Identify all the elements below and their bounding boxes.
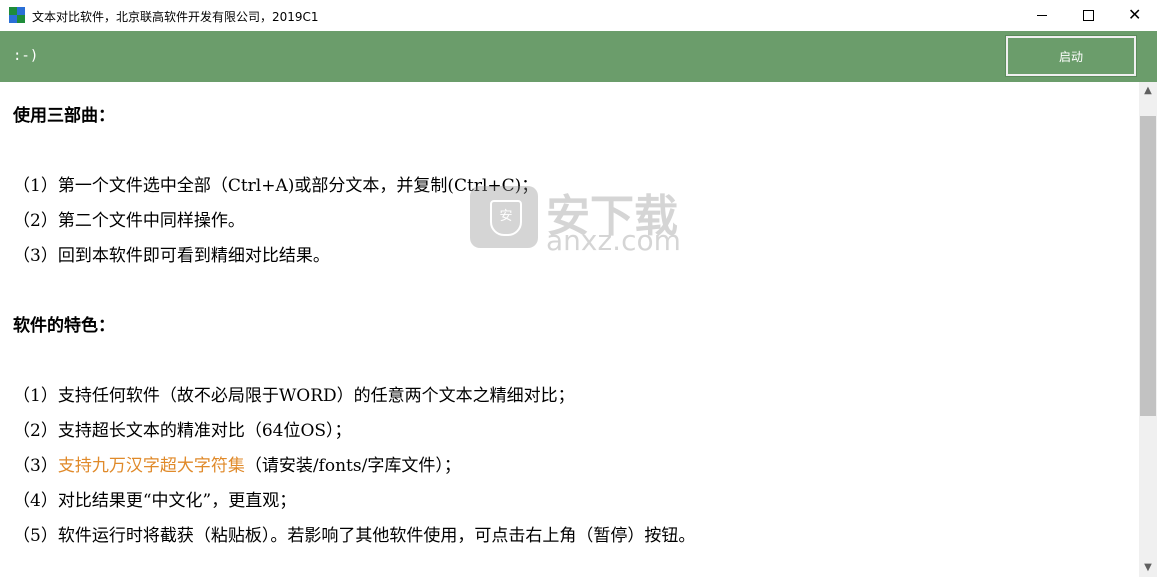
feature-3-prefix: （3） [13, 456, 58, 476]
step-2: （2）第二个文件中同样操作。 [13, 211, 245, 231]
status-indicator: :-) [13, 48, 39, 64]
app-icon [9, 7, 25, 23]
maximize-button[interactable] [1065, 0, 1111, 31]
instructions-panel: 使用三部曲： （1）第一个文件选中全部（Ctrl+A)或部分文本，并复制(Ctr… [0, 82, 1139, 577]
step-3: （3）回到本软件即可看到精细对比结果。 [13, 246, 330, 266]
close-icon: ✕ [1128, 5, 1142, 24]
scroll-down-icon[interactable]: ▼ [1139, 559, 1157, 577]
scroll-up-icon[interactable]: ▲ [1139, 82, 1157, 100]
minimize-icon [1037, 15, 1047, 16]
feature-5: （5）软件运行时将截获（粘贴板）。若影响了其他软件使用，可点击右上角（暂停）按钮… [13, 526, 696, 546]
start-button[interactable]: 启动 [1005, 35, 1137, 77]
feature-4: （4）对比结果更“中文化”，更直观； [13, 491, 297, 511]
feature-3-highlight: 支持九万汉字超大字符集 [57, 456, 245, 476]
scroll-thumb[interactable] [1140, 116, 1156, 416]
feature-3-suffix: （请安装/fonts/字库文件）； [244, 456, 461, 476]
title-bar: 文本对比软件，北京联高软件开发有限公司，2019C1 ✕ [0, 0, 1157, 31]
feature-2: （2）支持超长文本的精准对比（64位OS）； [13, 421, 352, 441]
window-title: 文本对比软件，北京联高软件开发有限公司，2019C1 [32, 10, 319, 24]
step-1: （1）第一个文件选中全部（Ctrl+A)或部分文本，并复制(Ctrl+C)； [13, 176, 539, 196]
vertical-scrollbar[interactable]: ▲ ▼ [1139, 82, 1157, 577]
maximize-icon [1083, 10, 1094, 21]
toolbar: :-) 启动 [0, 31, 1157, 82]
features-heading: 软件的特色： [13, 316, 115, 336]
feature-3: （3）支持九万汉字超大字符集（请安装/fonts/字库文件）； [13, 455, 461, 477]
minimize-button[interactable] [1019, 0, 1065, 31]
feature-1: （1）支持任何软件（故不必局限于WORD）的任意两个文本之精细对比； [13, 386, 575, 406]
close-button[interactable]: ✕ [1111, 0, 1157, 31]
usage-heading: 使用三部曲： [13, 106, 115, 126]
